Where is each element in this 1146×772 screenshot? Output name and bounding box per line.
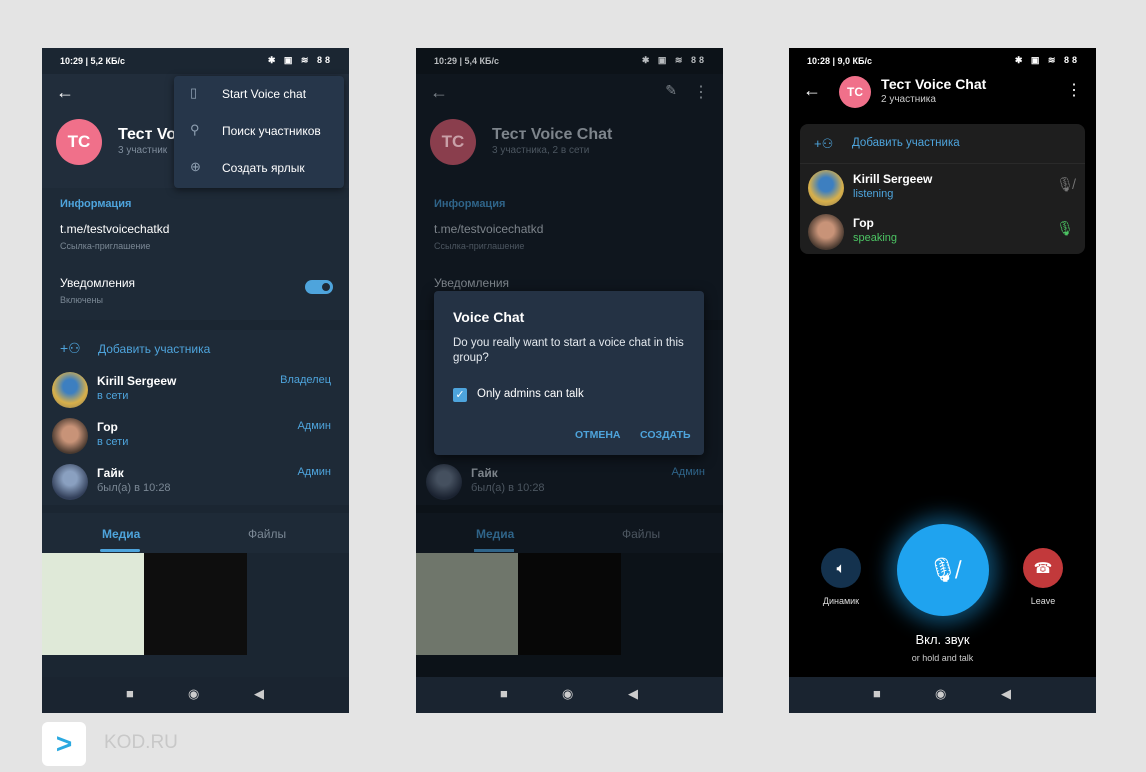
search-icon: ⚲ xyxy=(190,122,200,137)
participant-row[interactable]: Гор speaking 🎙︎ xyxy=(808,212,1078,256)
chat-title: Тест Voice Chat xyxy=(492,126,613,143)
tab-files[interactable]: Файлы xyxy=(248,527,286,541)
avatar: TC xyxy=(430,119,476,165)
members-section: +⚇ Добавить участника Kirill Sergeew в се… xyxy=(42,330,349,505)
add-shortcut-icon: ⊕ xyxy=(190,159,201,174)
speaker-button[interactable]: 🔈︎ xyxy=(821,548,861,588)
edit-icon[interactable]: ✎ xyxy=(665,82,677,99)
back-button[interactable]: ← xyxy=(56,82,74,103)
phone-screen-dialog: 10:29 | 5,4 КБ/с ✱ ▣ ≋ 88 ← ✎ ⋮ TC Тест V… xyxy=(416,48,723,713)
dialog-message: Do you really want to start a voice chat… xyxy=(453,337,684,364)
media-thumbnail[interactable] xyxy=(42,553,144,655)
chat-title: Тест Vo xyxy=(118,126,177,143)
media-thumbnail xyxy=(518,553,621,655)
hold-to-talk-hint: or hold and talk xyxy=(911,653,974,663)
chat-subtitle: 3 участника, 2 в сети xyxy=(492,145,590,156)
add-member-button[interactable]: +⚇ Добавить участника xyxy=(42,336,349,366)
logo-icon: > xyxy=(42,722,86,766)
create-button[interactable]: СОЗДАТЬ xyxy=(640,429,691,441)
menu-item-start-voice-chat[interactable]: ▯ Start Voice chat xyxy=(174,76,344,113)
status-bar: 10:29 | 5,2 КБ/с ✱ ▣ ≋ 88 xyxy=(60,55,333,66)
cancel-button[interactable]: ОТМЕНА xyxy=(575,429,621,441)
mic-icon: 🎙︎ xyxy=(1056,220,1074,236)
member-photo xyxy=(52,372,88,408)
avatar: TC xyxy=(839,76,871,108)
media-thumbnail xyxy=(416,553,518,655)
recents-button[interactable]: ■ xyxy=(126,686,134,701)
member-row[interactable]: Гайк был(а) в 10:28 Админ xyxy=(52,462,339,506)
add-member-button[interactable]: +⚇ Добавить участника xyxy=(800,124,1085,164)
voice-chat-icon: ▯ xyxy=(190,85,198,100)
notifications-row[interactable]: Уведомления Включены xyxy=(42,266,349,316)
mic-muted-icon: 🎙︎̸ xyxy=(927,556,959,584)
status-bar: 10:29 | 5,4 КБ/с ✱ ▣ ≋ 88 xyxy=(434,55,707,66)
dialog-title: Voice Chat xyxy=(453,309,525,325)
mic-muted-icon: 🎙︎̸ xyxy=(1056,176,1074,192)
back-button[interactable]: ← xyxy=(430,82,448,103)
chat-subtitle: 3 участник xyxy=(118,145,168,156)
more-icon[interactable]: ⋮ xyxy=(1066,80,1082,100)
speaker-icon: 🔈︎ xyxy=(836,559,846,577)
navigation-bar: ■ ◉ ◀ xyxy=(789,677,1096,713)
participant-row[interactable]: Kirill Sergeew listening 🎙︎̸ xyxy=(808,168,1078,212)
unmute-label: Вкл. звук xyxy=(915,632,970,647)
menu-item-create-shortcut[interactable]: ⊕ Создать ярлык xyxy=(174,150,344,187)
home-button[interactable]: ◉ xyxy=(188,686,199,702)
navigation-bar: ■ ◉ ◀ xyxy=(42,677,349,713)
hang-up-icon: ☎︎ xyxy=(1033,560,1053,577)
member-row: Гайк был(а) в 10:28 Админ xyxy=(426,462,713,506)
phone-screen-voice-chat: 10:28 | 9,0 КБ/с ✱ ▣ ≋ 88 ← TC Тест Voice… xyxy=(789,48,1096,713)
more-icon[interactable]: ⋮ xyxy=(693,82,709,102)
menu-item-search-members[interactable]: ⚲ Поиск участников xyxy=(174,113,344,150)
media-tabs: Медиа Файлы xyxy=(416,513,723,553)
chat-subtitle: 2 участника xyxy=(881,94,936,105)
unmute-button[interactable]: 🎙︎̸ xyxy=(897,524,989,616)
media-tabs: Медиа Файлы xyxy=(42,513,349,553)
tab-media[interactable]: Медиа xyxy=(102,527,140,541)
member-photo xyxy=(52,464,88,500)
back-nav-button[interactable]: ◀ xyxy=(254,686,264,702)
overflow-menu: ▯ Start Voice chat ⚲ Поиск участников ⊕ Соз… xyxy=(174,76,344,188)
leave-button[interactable]: ☎︎ xyxy=(1023,548,1063,588)
info-section: Информация t.me/testvoicechatkd Ссылка-п… xyxy=(42,188,349,320)
member-photo xyxy=(52,418,88,454)
phone-screen-profile: 10:29 | 5,2 КБ/с ✱ ▣ ≋ 88 ← TC Тест Vo 3 … xyxy=(42,48,349,713)
status-bar: 10:28 | 9,0 КБ/с ✱ ▣ ≋ 88 xyxy=(807,55,1080,66)
checkbox-checked-icon: ✓ xyxy=(453,388,467,402)
add-user-icon: +⚇ xyxy=(60,340,81,356)
participants-card: +⚇ Добавить участника Kirill Sergeew list… xyxy=(800,124,1085,254)
voice-chat-dialog: Voice Chat Do you really want to start a… xyxy=(434,291,704,455)
media-thumbnail[interactable] xyxy=(144,553,247,655)
member-row[interactable]: Гор в сети Админ xyxy=(52,416,339,460)
profile-header: ← ✎ ⋮ TC Тест Voice Chat 3 участника, 2 … xyxy=(416,74,723,188)
add-user-icon: +⚇ xyxy=(814,136,834,151)
invite-link[interactable]: t.me/testvoicechatkd xyxy=(60,222,169,236)
member-row[interactable]: Kirill Sergeew в сети Владелец xyxy=(52,370,339,414)
navigation-bar: ■ ◉ ◀ xyxy=(416,677,723,713)
avatar: TC xyxy=(56,119,102,165)
notifications-toggle[interactable] xyxy=(305,280,333,294)
chat-title: Тест Voice Chat xyxy=(881,76,987,92)
watermark: KOD.RU xyxy=(104,732,178,753)
back-button[interactable]: ← xyxy=(803,80,821,101)
